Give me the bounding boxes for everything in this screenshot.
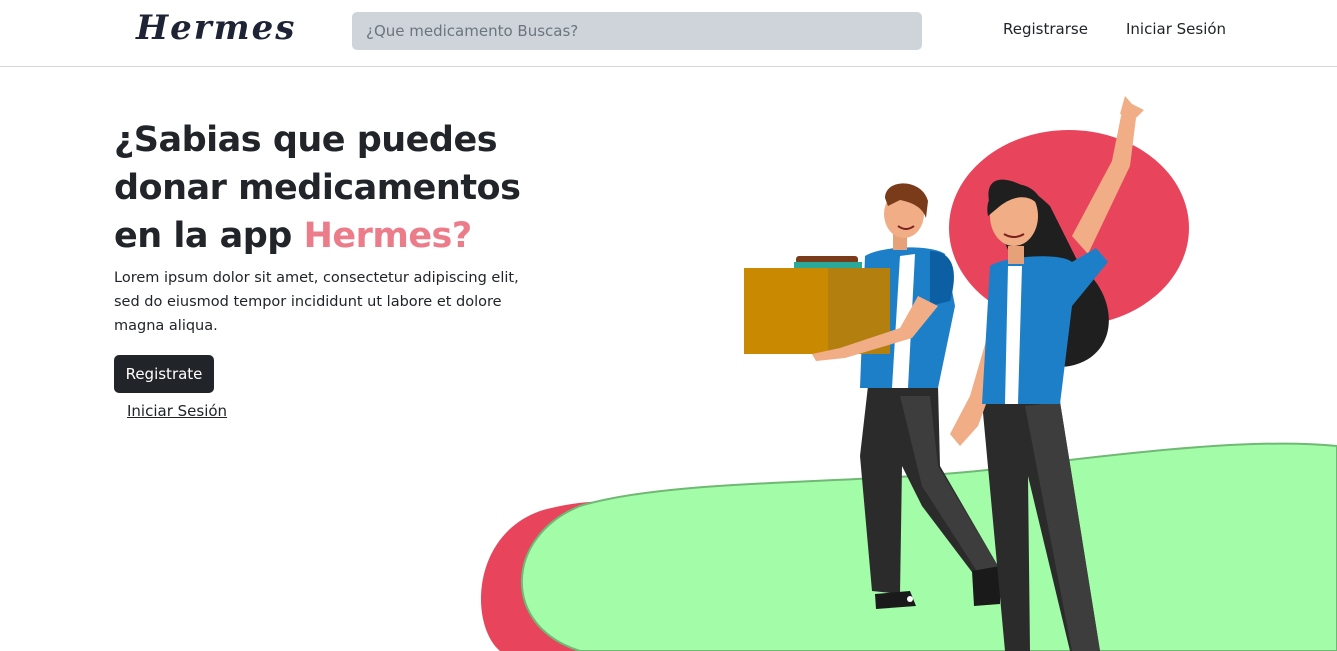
hero-title-line1: ¿Sabias que puedes: [114, 120, 498, 160]
navbar: Hermes Registrarse Iniciar Sesión: [0, 0, 1337, 67]
search-input[interactable]: [352, 12, 922, 50]
hero-title-line3: en la app: [114, 216, 304, 256]
brand-logo[interactable]: Hermes: [136, 6, 296, 50]
register-button[interactable]: Registrate: [114, 355, 214, 393]
nav-login-link[interactable]: Iniciar Sesión: [1126, 20, 1226, 38]
login-link[interactable]: Iniciar Sesión: [127, 402, 227, 420]
hero-title-accent: Hermes?: [303, 216, 473, 256]
nav-register-link[interactable]: Registrarse: [1003, 20, 1088, 38]
hero-illustration: [480, 96, 1337, 651]
